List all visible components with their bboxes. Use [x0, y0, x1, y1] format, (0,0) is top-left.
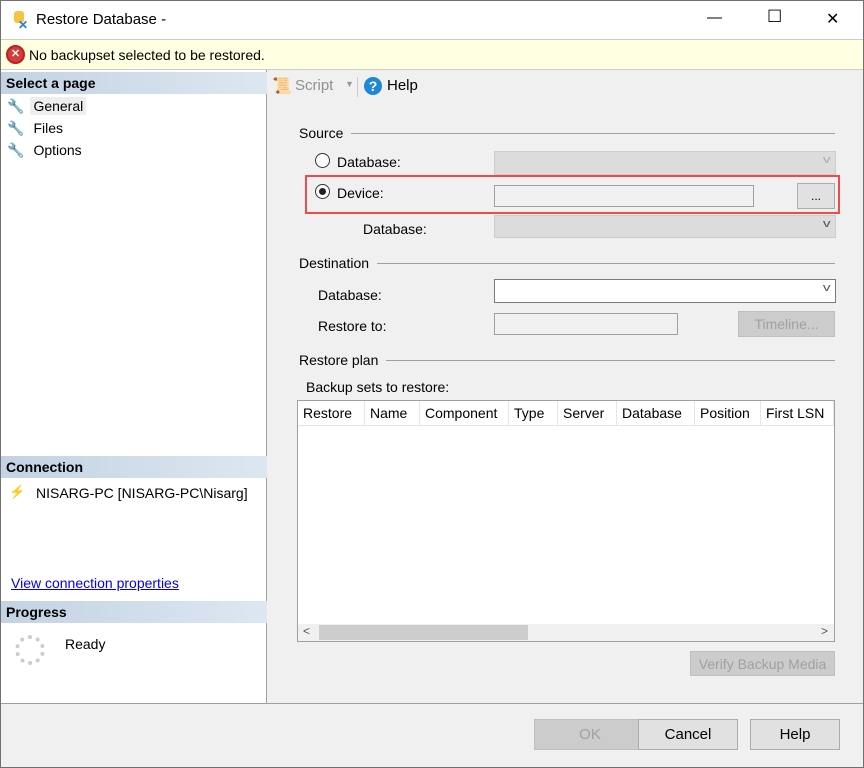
- title-bar: ✕ Restore Database - — ☐ ✕: [1, 1, 863, 39]
- connection-header: Connection: [1, 456, 267, 478]
- source-group: Source: [299, 125, 835, 141]
- destination-database-select[interactable]: v: [494, 279, 836, 303]
- database-radio-label: Database:: [337, 154, 401, 170]
- error-banner: ✕ No backupset selected to be restored.: [1, 39, 863, 70]
- column-header-first-lsn[interactable]: First LSN: [761, 401, 834, 426]
- window-title: Restore Database -: [36, 11, 167, 28]
- source-title: Source: [299, 125, 352, 141]
- horizontal-scrollbar[interactable]: < >: [298, 624, 834, 641]
- wrench-icon: 🔧: [7, 97, 25, 114]
- minimize-button[interactable]: —: [707, 9, 722, 26]
- device-radio[interactable]: [315, 184, 330, 199]
- restore-database-icon: ✕: [11, 11, 29, 32]
- view-connection-properties-link[interactable]: View connection properties: [11, 575, 179, 591]
- wrench-icon: 🔧: [7, 141, 25, 158]
- restore-plan-group: Restore plan: [299, 352, 835, 368]
- restore-to-label: Restore to:: [318, 318, 387, 334]
- help-toolbar-button[interactable]: Help: [387, 77, 418, 94]
- timeline-button[interactable]: Timeline...: [738, 311, 835, 337]
- scroll-left-icon[interactable]: <: [303, 624, 310, 638]
- help-icon: ?: [364, 77, 382, 95]
- source-backup-database-label: Database:: [363, 221, 427, 237]
- browse-device-button[interactable]: ...: [797, 183, 835, 209]
- backup-sets-label: Backup sets to restore:: [306, 379, 450, 395]
- verify-backup-media-button[interactable]: Verify Backup Media: [690, 651, 835, 676]
- help-button[interactable]: Help: [750, 719, 840, 750]
- sidebar: Select a page 🔧 General 🔧 Files 🔧 Options C…: [1, 70, 267, 703]
- scrollbar-thumb[interactable]: [319, 625, 528, 640]
- backup-sets-grid[interactable]: Restore Name Component Type Server Datab…: [297, 400, 835, 642]
- progress-header: Progress: [1, 601, 267, 623]
- connection-icon: ⚡: [9, 484, 26, 499]
- progress-status: Ready: [65, 636, 106, 652]
- progress-spinner-icon: [15, 635, 45, 665]
- ok-button[interactable]: OK: [534, 719, 646, 750]
- page-label: General: [30, 97, 87, 115]
- device-input[interactable]: [494, 185, 754, 207]
- maximize-button[interactable]: ☐: [767, 7, 782, 27]
- column-header-component[interactable]: Component: [420, 401, 509, 426]
- device-radio-label: Device:: [337, 185, 384, 201]
- destination-group: Destination: [299, 255, 835, 271]
- page-label: Files: [33, 120, 63, 136]
- column-header-name[interactable]: Name: [365, 401, 420, 426]
- close-button[interactable]: ✕: [826, 9, 839, 29]
- restore-plan-title: Restore plan: [299, 352, 387, 368]
- column-header-position[interactable]: Position: [695, 401, 761, 426]
- connection-text: NISARG-PC [NISARG-PC\Nisarg]: [36, 485, 248, 501]
- column-header-server[interactable]: Server: [558, 401, 617, 426]
- script-dropdown-icon[interactable]: ▼: [345, 79, 354, 89]
- destination-database-label: Database:: [318, 287, 382, 303]
- error-icon: ✕: [6, 45, 25, 64]
- page-general[interactable]: 🔧 General: [7, 96, 87, 116]
- wrench-icon: 🔧: [7, 119, 25, 136]
- destination-title: Destination: [299, 255, 378, 271]
- error-message: No backupset selected to be restored.: [29, 47, 265, 63]
- restore-to-input[interactable]: [494, 313, 678, 335]
- page-options[interactable]: 🔧 Options: [7, 140, 85, 160]
- footer-divider: [1, 703, 863, 704]
- column-header-restore[interactable]: Restore: [298, 401, 365, 426]
- toolbar-separator: [357, 77, 358, 97]
- scroll-right-icon[interactable]: >: [821, 624, 828, 638]
- source-backup-database-select[interactable]: v: [494, 215, 836, 238]
- page-files[interactable]: 🔧 Files: [7, 118, 66, 138]
- column-header-type[interactable]: Type: [509, 401, 558, 426]
- cancel-button[interactable]: Cancel: [638, 719, 738, 750]
- restore-database-window: ✕ Restore Database - — ☐ ✕ ✕ No backupse…: [0, 0, 864, 768]
- script-button[interactable]: Script: [295, 77, 333, 94]
- database-radio[interactable]: [315, 153, 330, 168]
- page-label: Options: [33, 142, 82, 158]
- script-icon: 📜: [272, 78, 292, 95]
- select-page-header: Select a page: [1, 72, 267, 94]
- source-database-select[interactable]: v: [494, 151, 836, 175]
- column-header-database[interactable]: Database: [617, 401, 695, 426]
